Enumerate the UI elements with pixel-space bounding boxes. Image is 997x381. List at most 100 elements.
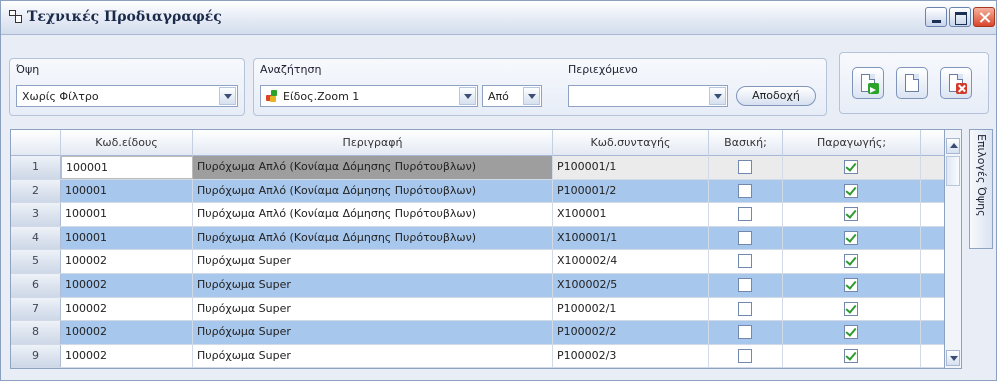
basic-checkbox[interactable] bbox=[738, 230, 752, 245]
cell-description[interactable]: Πυρόχωμα Super bbox=[193, 297, 553, 321]
cell-code[interactable]: 100001 bbox=[61, 179, 193, 203]
cell-code[interactable]: 100002 bbox=[61, 321, 193, 344]
table-row[interactable]: 2 100001 Πυρόχωμα Απλό (Κονίαμα Δόμησης Πυ… bbox=[11, 179, 944, 204]
cell-code[interactable]: 100002 bbox=[61, 344, 193, 368]
basic-checkbox[interactable] bbox=[738, 160, 752, 174]
row-number[interactable]: 6 bbox=[11, 274, 61, 297]
basic-checkbox[interactable] bbox=[738, 278, 752, 292]
table-row[interactable]: 6 100002 Πυρόχωμα Super X100002/5 bbox=[11, 274, 944, 298]
row-number[interactable]: 4 bbox=[11, 226, 61, 250]
cell-recipe-code[interactable]: P100002/3 bbox=[553, 344, 709, 368]
table-row[interactable]: 9 100002 Πυρόχωμα Super P100002/3 bbox=[11, 344, 944, 368]
maximize-button[interactable] bbox=[949, 7, 971, 27]
view-options-tab[interactable]: Επιλογές Όψης bbox=[969, 129, 993, 249]
view-options-label: Επιλογές Όψης bbox=[975, 134, 988, 217]
header-recipe-code[interactable]: Κωδ.συνταγής bbox=[553, 130, 709, 156]
cell-recipe-code[interactable]: X100002/4 bbox=[553, 250, 709, 273]
table-row[interactable]: 3 100001 Πυρόχωμα Απλό (Κονίαμα Δόμησης Πυ… bbox=[11, 203, 944, 227]
header-code[interactable]: Κωδ.είδους bbox=[61, 130, 193, 156]
cell-recipe-code[interactable]: P100002/1 bbox=[553, 297, 709, 321]
cell-code[interactable]: 100001 bbox=[61, 156, 193, 179]
scroll-up-icon[interactable] bbox=[946, 138, 960, 154]
cell-description[interactable]: Πυρόχωμα Απλό (Κονίαμα Δόμησης Πυρότουβλ… bbox=[193, 203, 553, 226]
grid-header: Κωδ.είδους Περιγραφή Κωδ.συνταγής Βασική… bbox=[11, 130, 944, 156]
chevron-down-icon[interactable] bbox=[219, 87, 236, 105]
row-number[interactable]: 1 bbox=[11, 156, 61, 179]
title-bar: Τεχνικές Προδιαγραφές bbox=[1, 1, 996, 35]
cell-description[interactable]: Πυρόχωμα Super bbox=[193, 344, 553, 368]
content-select[interactable] bbox=[568, 85, 728, 107]
cell-code[interactable]: 100001 bbox=[61, 226, 193, 250]
production-checkbox[interactable] bbox=[844, 207, 858, 222]
cell-recipe-code[interactable]: X100002/5 bbox=[553, 274, 709, 297]
production-checkbox[interactable] bbox=[844, 278, 858, 292]
row-number[interactable]: 2 bbox=[11, 179, 61, 203]
table-row[interactable]: 5 100002 Πυρόχωμα Super X100002/4 bbox=[11, 250, 944, 274]
row-number[interactable]: 5 bbox=[11, 250, 61, 273]
production-checkbox[interactable] bbox=[844, 348, 858, 363]
cell-code[interactable]: 100001 bbox=[61, 203, 193, 226]
table-row[interactable]: 8 100002 Πυρόχωμα Super P100002/2 bbox=[11, 321, 944, 345]
cell-recipe-code[interactable]: X100001 bbox=[553, 203, 709, 226]
production-checkbox[interactable] bbox=[844, 325, 858, 340]
chevron-down-icon[interactable] bbox=[459, 87, 476, 105]
production-checkbox[interactable] bbox=[844, 183, 858, 198]
accept-button[interactable]: Αποδοχή bbox=[736, 86, 816, 106]
cell-description[interactable]: Πυρόχωμα Super bbox=[193, 250, 553, 273]
cell-recipe-code[interactable]: P100001/2 bbox=[553, 179, 709, 203]
basic-checkbox[interactable] bbox=[738, 348, 752, 363]
cell-recipe-code[interactable]: P100002/2 bbox=[553, 321, 709, 344]
search-field-select[interactable]: Είδος.Zoom 1 bbox=[260, 85, 478, 107]
search-field-value: Είδος.Zoom 1 bbox=[283, 90, 360, 103]
basic-checkbox[interactable] bbox=[738, 325, 752, 340]
production-checkbox[interactable] bbox=[844, 230, 858, 245]
header-production[interactable]: Παραγωγής; bbox=[783, 130, 921, 156]
cell-code[interactable]: 100002 bbox=[61, 274, 193, 297]
cell-description[interactable]: Πυρόχωμα Super bbox=[193, 274, 553, 297]
basic-checkbox[interactable] bbox=[738, 301, 752, 316]
basic-checkbox[interactable] bbox=[738, 183, 752, 198]
minimize-button[interactable] bbox=[925, 7, 947, 27]
vertical-scrollbar[interactable] bbox=[945, 129, 962, 369]
cell-recipe-code[interactable]: P100001/1 bbox=[553, 156, 709, 179]
header-basic[interactable]: Βασική; bbox=[709, 130, 783, 156]
production-checkbox[interactable] bbox=[844, 301, 858, 316]
table-row[interactable]: 4 100001 Πυρόχωμα Απλό (Κονίαμα Δόμησης Πυ… bbox=[11, 226, 944, 251]
cell-recipe-code[interactable]: X100001/1 bbox=[553, 226, 709, 250]
view-select[interactable]: Χωρίς Φίλτρο bbox=[16, 85, 238, 107]
basic-checkbox[interactable] bbox=[738, 254, 752, 269]
chevron-down-icon[interactable] bbox=[709, 87, 726, 105]
basic-checkbox[interactable] bbox=[738, 207, 752, 222]
row-number[interactable]: 7 bbox=[11, 297, 61, 321]
delete-doc-red-icon[interactable] bbox=[940, 67, 972, 99]
cell-description[interactable]: Πυρόχωμα Απλό (Κονίαμα Δόμησης Πυρότουβλ… bbox=[193, 179, 553, 203]
new-doc-green-icon[interactable] bbox=[852, 67, 884, 99]
scroll-down-icon[interactable] bbox=[946, 350, 960, 366]
content-label: Περιεχόμενο bbox=[568, 63, 638, 76]
row-number[interactable]: 9 bbox=[11, 344, 61, 368]
cell-production bbox=[783, 226, 921, 250]
table-row[interactable]: 1 100001 Πυρόχωμα Απλό (Κονίαμα Δόμησης Πυ… bbox=[11, 156, 944, 180]
search-label: Αναζήτηση bbox=[260, 63, 322, 76]
cell-production bbox=[783, 321, 921, 344]
scroll-thumb[interactable] bbox=[946, 156, 960, 186]
close-button[interactable] bbox=[973, 7, 995, 27]
cell-description[interactable]: Πυρόχωμα Απλό (Κονίαμα Δόμησης Πυρότουβλ… bbox=[193, 226, 553, 250]
blank-doc-icon[interactable] bbox=[896, 67, 928, 99]
header-description[interactable]: Περιγραφή bbox=[193, 130, 553, 156]
cell-description[interactable]: Πυρόχωμα Super bbox=[193, 321, 553, 344]
production-checkbox[interactable] bbox=[844, 254, 858, 269]
cell-production bbox=[783, 250, 921, 273]
filter-bar: Όψη Χωρίς Φίλτρο Αναζήτηση Είδος.Zoom 1 … bbox=[1, 36, 996, 121]
row-number[interactable]: 3 bbox=[11, 203, 61, 226]
cell-code[interactable]: 100002 bbox=[61, 297, 193, 321]
row-number[interactable]: 8 bbox=[11, 321, 61, 344]
cell-description[interactable]: Πυρόχωμα Απλό (Κονίαμα Δόμησης Πυρότουβλ… bbox=[193, 156, 553, 179]
cell-basic bbox=[709, 203, 783, 226]
toolbar-group bbox=[839, 52, 989, 114]
production-checkbox[interactable] bbox=[844, 160, 858, 174]
chevron-down-icon[interactable] bbox=[523, 87, 540, 105]
search-operator-select[interactable]: Από bbox=[482, 85, 542, 107]
cell-code[interactable]: 100002 bbox=[61, 250, 193, 273]
table-row[interactable]: 7 100002 Πυρόχωμα Super P100002/1 bbox=[11, 297, 944, 322]
